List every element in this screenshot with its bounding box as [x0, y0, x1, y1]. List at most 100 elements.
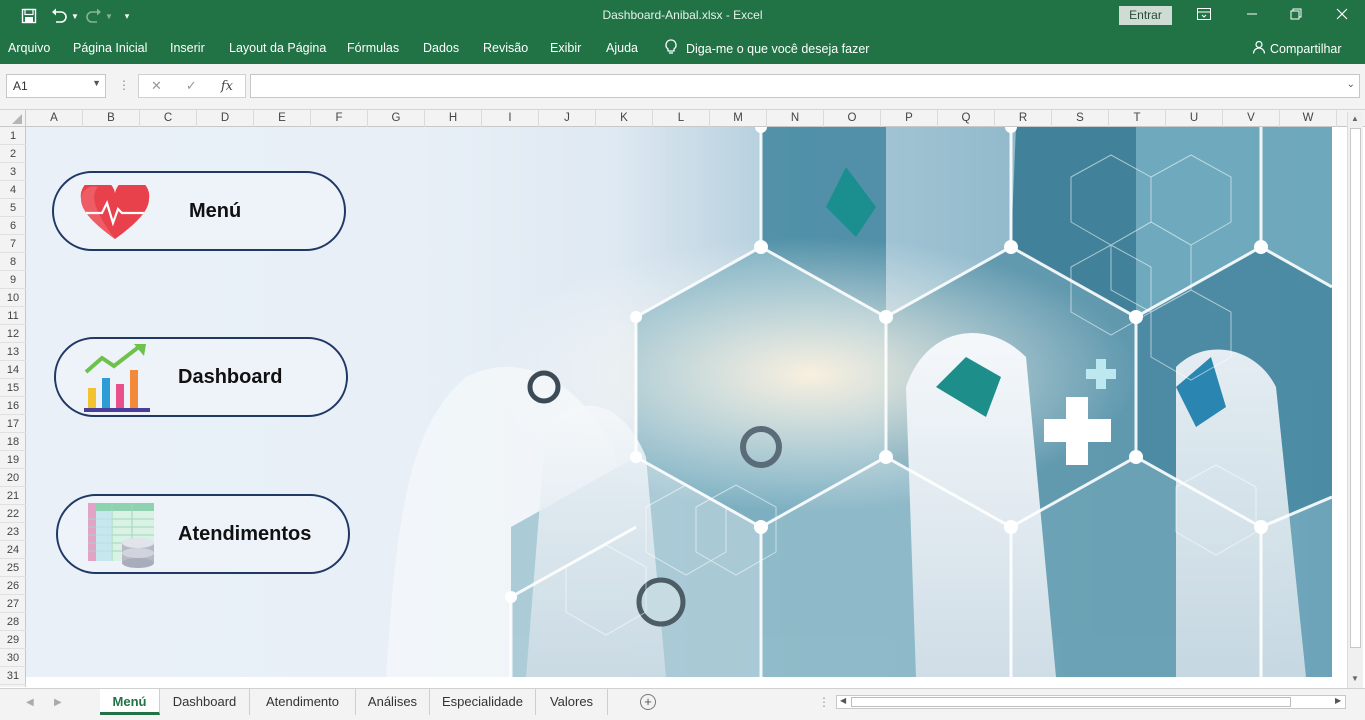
prev-sheet-icon[interactable]: ◀ — [26, 697, 34, 708]
formula-bar-grip-icon[interactable]: ⋮ — [118, 78, 130, 92]
row-header[interactable]: 25 — [0, 559, 26, 577]
row-header[interactable]: 19 — [0, 451, 26, 469]
scroll-up-icon[interactable]: ▲ — [1351, 114, 1359, 123]
column-header[interactable]: F — [311, 110, 368, 127]
row-header[interactable]: 24 — [0, 541, 26, 559]
scroll-down-icon[interactable]: ▼ — [1351, 674, 1359, 683]
column-header[interactable]: J — [539, 110, 596, 127]
minimize-icon[interactable] — [1232, 4, 1272, 28]
horizontal-scrollbar[interactable]: ◀ ▶ — [836, 695, 1346, 709]
tab-menu[interactable]: Menú — [100, 689, 160, 715]
formula-input[interactable]: ⌄ — [250, 74, 1360, 98]
row-header[interactable]: 21 — [0, 487, 26, 505]
scroll-right-icon[interactable]: ▶ — [1335, 696, 1341, 705]
row-header[interactable]: 7 — [0, 235, 26, 253]
row-header[interactable]: 31 — [0, 667, 26, 685]
row-header[interactable]: 6 — [0, 217, 26, 235]
vertical-scroll-thumb[interactable] — [1350, 128, 1361, 648]
row-header[interactable]: 23 — [0, 523, 26, 541]
row-header[interactable]: 27 — [0, 595, 26, 613]
add-sheet-icon[interactable]: + — [640, 694, 656, 710]
column-header[interactable]: P — [881, 110, 938, 127]
row-header[interactable]: 28 — [0, 613, 26, 631]
column-header[interactable]: S — [1052, 110, 1109, 127]
column-header[interactable]: M — [710, 110, 767, 127]
menu-ajuda[interactable]: Ajuda — [606, 41, 638, 55]
tell-me-box[interactable]: Diga-me o que você deseja fazer — [664, 39, 869, 58]
row-header[interactable]: 11 — [0, 307, 26, 325]
tab-dashboard[interactable]: Dashboard — [160, 689, 250, 715]
menu-formulas[interactable]: Fórmulas — [347, 41, 399, 55]
column-header[interactable]: B — [83, 110, 140, 127]
menu-inserir[interactable]: Inserir — [170, 41, 205, 55]
column-header[interactable]: L — [653, 110, 710, 127]
column-header[interactable]: T — [1109, 110, 1166, 127]
tab-atendimento[interactable]: Atendimento — [250, 689, 356, 715]
menu-pagina-inicial[interactable]: Página Inicial — [73, 41, 147, 55]
row-header[interactable]: 18 — [0, 433, 26, 451]
row-header[interactable]: 22 — [0, 505, 26, 523]
column-header[interactable]: N — [767, 110, 824, 127]
column-header[interactable]: C — [140, 110, 197, 127]
row-header[interactable]: 3 — [0, 163, 26, 181]
column-header[interactable]: I — [482, 110, 539, 127]
restore-icon[interactable] — [1276, 4, 1316, 28]
scroll-left-icon[interactable]: ◀ — [840, 696, 846, 705]
row-header[interactable]: 8 — [0, 253, 26, 271]
close-icon[interactable] — [1322, 4, 1362, 28]
signin-button[interactable]: Entrar — [1119, 6, 1172, 25]
next-sheet-icon[interactable]: ▶ — [54, 697, 62, 708]
column-header[interactable]: A — [26, 110, 83, 127]
worksheet-area[interactable]: Menú Dashboard Atendimentos — [26, 127, 1345, 687]
row-header[interactable]: 20 — [0, 469, 26, 487]
column-header[interactable]: R — [995, 110, 1052, 127]
row-header[interactable]: 10 — [0, 289, 26, 307]
column-header[interactable]: U — [1166, 110, 1223, 127]
tab-valores[interactable]: Valores — [536, 689, 608, 715]
name-box[interactable]: A1 ▼ — [6, 74, 106, 98]
tab-analises[interactable]: Análises — [356, 689, 430, 715]
row-header[interactable]: 29 — [0, 631, 26, 649]
menu-arquivo[interactable]: Arquivo — [8, 41, 50, 55]
row-header[interactable]: 1 — [0, 127, 26, 145]
column-header[interactable]: G — [368, 110, 425, 127]
chevron-down-icon[interactable]: ▼ — [92, 78, 101, 88]
column-header[interactable]: Q — [938, 110, 995, 127]
row-header[interactable]: 4 — [0, 181, 26, 199]
column-header[interactable]: D — [197, 110, 254, 127]
menu-nav-button[interactable]: Menú — [52, 171, 346, 251]
vertical-scrollbar[interactable]: ▲ ▼ — [1347, 112, 1363, 688]
column-header[interactable]: K — [596, 110, 653, 127]
cancel-icon[interactable]: ✕ — [151, 78, 162, 94]
column-header[interactable]: V — [1223, 110, 1280, 127]
row-header[interactable]: 13 — [0, 343, 26, 361]
column-header[interactable]: O — [824, 110, 881, 127]
tab-split-grip-icon[interactable]: ⋮ — [818, 695, 830, 709]
column-header[interactable]: W — [1280, 110, 1337, 127]
row-header[interactable]: 30 — [0, 649, 26, 667]
row-header[interactable]: 9 — [0, 271, 26, 289]
row-header[interactable]: 15 — [0, 379, 26, 397]
menu-dados[interactable]: Dados — [423, 41, 459, 55]
row-header[interactable]: 2 — [0, 145, 26, 163]
atendimentos-nav-button[interactable]: Atendimentos — [56, 494, 350, 574]
dashboard-nav-button[interactable]: Dashboard — [54, 337, 348, 417]
menu-exibir[interactable]: Exibir — [550, 41, 581, 55]
column-header[interactable]: H — [425, 110, 482, 127]
row-header[interactable]: 26 — [0, 577, 26, 595]
ribbon-display-icon[interactable] — [1184, 4, 1224, 28]
check-icon[interactable]: ✓ — [186, 78, 197, 94]
select-all-corner[interactable] — [0, 110, 26, 127]
horizontal-scroll-thumb[interactable] — [851, 697, 1291, 707]
row-header[interactable]: 14 — [0, 361, 26, 379]
tab-especialidade[interactable]: Especialidade — [430, 689, 536, 715]
row-header[interactable]: 12 — [0, 325, 26, 343]
menu-revisao[interactable]: Revisão — [483, 41, 528, 55]
insert-function-icon[interactable]: fx — [221, 79, 233, 94]
row-header[interactable]: 17 — [0, 415, 26, 433]
expand-formula-icon[interactable]: ⌄ — [1347, 79, 1355, 90]
share-button[interactable]: Compartilhar — [1252, 40, 1342, 57]
menu-layout-da-pagina[interactable]: Layout da Página — [229, 41, 326, 55]
row-header[interactable]: 16 — [0, 397, 26, 415]
column-header[interactable]: E — [254, 110, 311, 127]
